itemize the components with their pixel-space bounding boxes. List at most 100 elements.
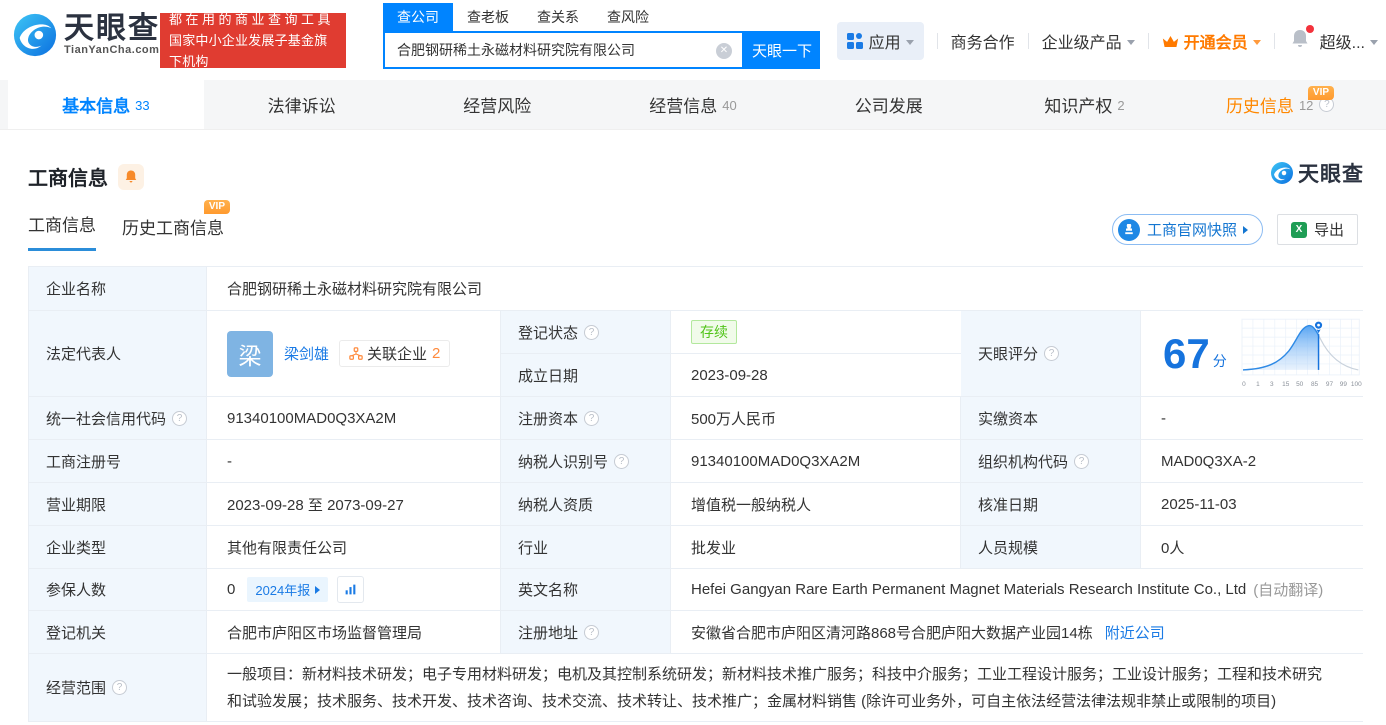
help-icon[interactable]: ?: [584, 624, 600, 640]
legal-rep-avatar[interactable]: 梁: [227, 330, 273, 377]
taxpayer-qualification-label: 纳税人资质: [501, 483, 671, 525]
credit-code-value: 91340100MAD0Q3XA2M: [207, 397, 501, 439]
subscribe-bell-icon[interactable]: [118, 163, 144, 190]
svg-text:50: 50: [1296, 380, 1304, 387]
legal-rep-name-link[interactable]: 梁剑雄: [284, 343, 329, 364]
table-row: 统一社会信用代码 ? 91340100MAD0Q3XA2M 注册资本 ? 500…: [29, 397, 1364, 440]
reg-address-label: 注册地址 ?: [501, 611, 671, 653]
svg-text:99: 99: [1340, 380, 1348, 387]
reg-authority-value: 合肥市庐阳区市场监督管理局: [207, 611, 501, 653]
english-name-cell: Hefei Gangyan Rare Earth Permanent Magne…: [671, 569, 1364, 610]
company-tabbar: 基本信息 33 法律诉讼 经营风险 经营信息 40 公司发展 知识产权 2 VI…: [0, 80, 1386, 130]
tab-history-info[interactable]: VIP 历史信息 12 ?: [1182, 80, 1378, 129]
english-name-value: Hefei Gangyan Rare Earth Permanent Magne…: [691, 581, 1247, 598]
nav-enterprise-products[interactable]: 企业级产品: [1042, 29, 1135, 53]
score-unit: 分: [1212, 352, 1227, 369]
company-type-label: 企业类型: [29, 526, 207, 568]
excel-icon: X: [1290, 221, 1307, 238]
watermark-logo-icon: [1271, 162, 1293, 184]
help-icon[interactable]: ?: [614, 453, 630, 469]
tab-company-development[interactable]: 公司发展: [791, 80, 987, 129]
tianyancha-logo-icon: [13, 13, 57, 57]
slogan-line1: 都在用的商业查询工具: [169, 12, 335, 27]
help-icon[interactable]: ?: [172, 410, 188, 426]
chevron-down-icon: [1126, 39, 1135, 45]
help-icon[interactable]: ?: [584, 410, 600, 426]
reg-authority-label: 登记机关: [29, 611, 207, 653]
subtab-business-info[interactable]: 工商信息: [28, 211, 96, 251]
taxpayer-id-label: 纳税人识别号 ?: [501, 440, 671, 482]
official-snapshot-button[interactable]: 工商官网快照: [1111, 214, 1263, 245]
logo-text: 天眼查: [64, 12, 160, 45]
search-tab-risk[interactable]: 查风险: [593, 3, 663, 31]
search-box: ✕ 天眼一下: [383, 31, 820, 69]
stamp-icon: [1117, 218, 1140, 241]
tab-basic-info[interactable]: 基本信息 33: [8, 80, 204, 129]
table-row: 法定代表人 梁 梁剑雄 关联企业 2 登记状态 ? 存续 成立日期 2023-0…: [29, 311, 1364, 397]
help-icon[interactable]: ?: [1074, 453, 1090, 469]
export-button[interactable]: X 导出: [1276, 214, 1358, 245]
help-icon[interactable]: ?: [584, 324, 600, 340]
search-tab-boss[interactable]: 查老板: [453, 3, 523, 31]
watermark-text: 天眼查: [1298, 163, 1364, 186]
insured-count-value: 0: [227, 581, 236, 598]
slogan-line2: 国家中小企业发展子基金旗下机构: [169, 33, 328, 69]
chevron-down-icon: [905, 39, 914, 45]
table-row: 营业期限 2023-09-28 至 2073-09-27 纳税人资质 增值税一般…: [29, 483, 1364, 526]
svg-text:85: 85: [1311, 380, 1319, 387]
svg-text:3: 3: [1270, 380, 1274, 387]
org-code-label: 组织机构代码 ?: [961, 440, 1141, 482]
registered-capital-label: 注册资本 ?: [501, 397, 671, 439]
business-info-table: 企业名称 合肥钢研稀土永磁材料研究院有限公司 法定代表人 梁 梁剑雄 关联企业 …: [28, 266, 1364, 722]
related-companies-badge[interactable]: 关联企业 2: [339, 340, 451, 367]
apps-menu[interactable]: 应用: [836, 22, 924, 60]
registered-capital-value: 500万人民币: [671, 397, 961, 439]
crown-icon: [1162, 35, 1178, 47]
nav-business-cooperation[interactable]: 商务合作: [951, 29, 1015, 53]
search-area: 查公司 查老板 查关系 查风险 ✕ 天眼一下: [383, 3, 820, 69]
search-input[interactable]: [385, 33, 742, 67]
tyc-score-cell[interactable]: 67 分 0 1 3 15 50 85 97 99 100: [1141, 311, 1364, 396]
help-icon[interactable]: ?: [112, 680, 128, 695]
vip-badge: VIP: [1307, 86, 1335, 100]
taxpayer-qualification-value: 增值税一般纳税人: [671, 483, 961, 525]
search-tab-relation[interactable]: 查关系: [523, 3, 593, 31]
staff-size-label: 人员规模: [961, 526, 1141, 568]
nearby-companies-link[interactable]: 附近公司: [1105, 622, 1165, 643]
svg-text:1: 1: [1256, 380, 1260, 387]
notification-dot: [1305, 25, 1314, 33]
table-row: 企业名称 合肥钢研稀土永磁材料研究院有限公司: [29, 267, 1364, 311]
insured-count-label: 参保人数: [29, 569, 207, 610]
tab-legal-proceedings[interactable]: 法律诉讼: [204, 80, 400, 129]
bar-chart-icon: [345, 584, 356, 595]
industry-value: 批发业: [671, 526, 961, 568]
nav-open-vip[interactable]: 开通会员: [1162, 29, 1261, 53]
subtab-history-business-info[interactable]: VIP 历史工商信息: [122, 200, 230, 251]
arrow-right-icon: [315, 585, 321, 594]
section-title: 工商信息: [28, 168, 108, 190]
clear-search-icon[interactable]: ✕: [716, 43, 732, 59]
tab-intellectual-property[interactable]: 知识产权 2: [987, 80, 1183, 129]
help-icon[interactable]: ?: [1044, 346, 1060, 361]
search-button[interactable]: 天眼一下: [744, 31, 820, 69]
company-name-value: 合肥钢研稀土永磁材料研究院有限公司: [207, 267, 1364, 310]
tianyancha-watermark: 天眼查: [1270, 158, 1364, 188]
tianyancha-company-page: 天眼查 TianYanCha.com 都在用的商业查询工具 国家中小企业发展子基…: [0, 0, 1386, 725]
business-term-label: 营业期限: [29, 483, 207, 525]
org-structure-icon: [349, 346, 363, 360]
notification-bell-icon[interactable]: [1290, 25, 1314, 54]
search-tab-company[interactable]: 查公司: [383, 3, 453, 31]
brand-slogan: 都在用的商业查询工具 国家中小企业发展子基金旗下机构: [160, 12, 346, 69]
business-reg-number-value: -: [207, 440, 501, 482]
tianyancha-logo[interactable]: 天眼查 TianYanCha.com: [12, 12, 160, 58]
annual-report-badge[interactable]: 2024年报: [247, 577, 329, 602]
approval-date-value: 2025-11-03: [1141, 483, 1364, 525]
insured-count-cell: 0 2024年报: [207, 569, 501, 610]
trend-chart-button[interactable]: [337, 576, 365, 603]
svg-text:15: 15: [1282, 380, 1290, 387]
score-distribution-chart: 0 1 3 15 50 85 97 99 100: [1241, 318, 1362, 387]
tab-operating-info[interactable]: 经营信息 40: [595, 80, 791, 129]
apps-label: 应用: [868, 35, 901, 52]
nav-super-vip[interactable]: 超级...: [1320, 29, 1378, 53]
tab-operating-risk[interactable]: 经营风险: [399, 80, 595, 129]
